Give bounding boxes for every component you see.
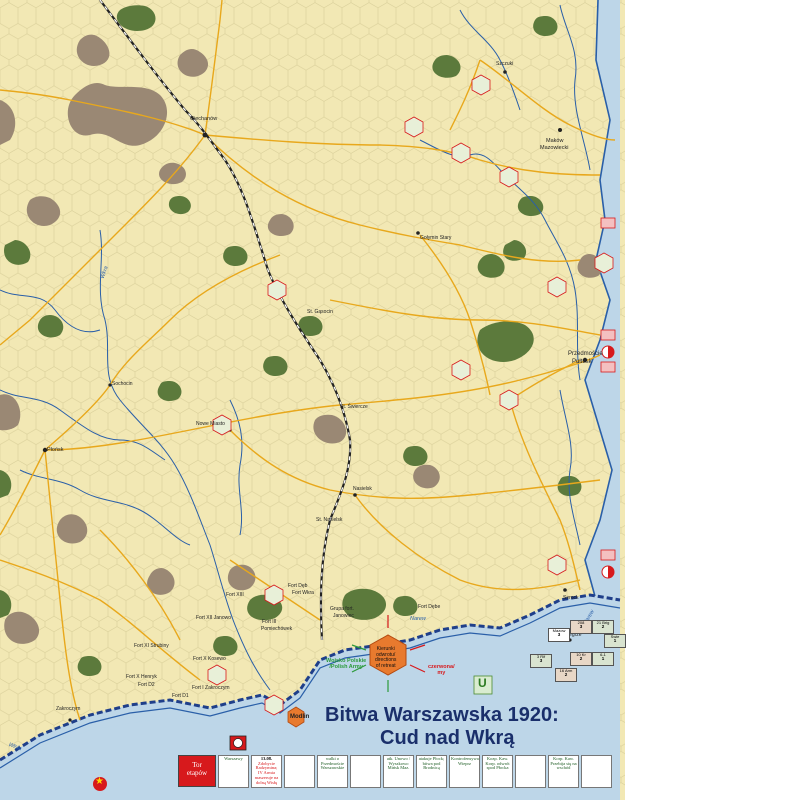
game-title-line-1: Bitwa Warszawska 1920: — [325, 704, 559, 726]
unit-counter-value: 2 — [564, 672, 568, 677]
unit-counter[interactable]: Swie 1 — [604, 634, 626, 648]
label-nasielsk: Nasielsk — [353, 486, 372, 492]
label-fort-d1: Fort D1 — [172, 693, 189, 699]
label-fort-d2: Fort D2 — [138, 682, 155, 688]
turn-track-header-line-1: Tor — [192, 761, 202, 769]
label-pultusk: Pułtusk — [572, 359, 592, 365]
red-army-r2: my — [437, 670, 446, 677]
unit-counter-value: 3 — [557, 632, 561, 637]
u-marker-label: U — [478, 676, 487, 690]
unit-counter-value: 1 — [613, 638, 617, 643]
turn-track-box-text: Zdobycie Radzymina; IV Armia maszeruje n… — [254, 760, 279, 785]
label-sochocin: Sochocin — [112, 381, 133, 387]
label-river-narew: Narew — [410, 616, 426, 622]
turn-track-box[interactable] — [350, 755, 381, 788]
map-margin — [625, 0, 811, 800]
polish-army-label: Wojsko Polskie /Polish Army — [326, 658, 366, 670]
turn-track-header-line-2: etapów — [186, 769, 208, 778]
label-plonsk: Płońsk — [47, 447, 64, 453]
turn-track-box-text: atk. Unowo / Wyszkowo Mińsk Maz. — [386, 756, 411, 771]
unit-counter[interactable]: 16 Arm 2 — [555, 668, 577, 682]
label-serock: Serock — [563, 595, 579, 601]
label-zakroczym: Zakroczym — [56, 706, 81, 712]
turn-track-box[interactable]: Warszawy — [218, 755, 249, 788]
turn-track-header: Tor etapów — [178, 755, 216, 787]
unit-counter[interactable]: 21 Brig 2 — [592, 620, 614, 634]
label-przedmoscie: Przedmoście — [568, 351, 603, 357]
unit-counter-value: 2 — [579, 656, 583, 661]
label-fort-xi: Fort XI Strubiny — [134, 643, 169, 649]
turn-track-box[interactable]: Kontrofensywa Wieprz — [449, 755, 480, 788]
label-fort-x: Fort X Henryk — [126, 674, 157, 680]
turn-track-box-text: atakuje Płock; bitwa pod Brodnicą — [418, 756, 445, 771]
label-fort-dab: Fort Dęb — [288, 583, 308, 589]
compass-label: Kierunki odwrotu/ directions of retreat — [375, 646, 396, 669]
unit-counter-value: 1 — [601, 656, 605, 661]
turn-track-box-text: Warszawy — [224, 756, 243, 761]
label-fort-xii: Fort XII Janowo — [196, 615, 232, 621]
label-gasocin: St. Gąsocin — [307, 309, 333, 315]
unit-counter[interactable]: 10 Kr 2 — [570, 652, 592, 666]
turn-track-box[interactable]: Korp. Kaw. Przebija się na wschód — [548, 755, 579, 788]
unit-counter[interactable]: Mazow 3 — [548, 628, 570, 642]
game-title-line-2: Cud nad Wkrą — [380, 727, 515, 749]
turn-track-box-text: Kozp. Kaw. Korp. odwrót spod Płocka — [485, 756, 510, 771]
label-golymin: Gołymin Stary — [420, 235, 452, 241]
label-makow: Maków — [546, 138, 564, 144]
unit-counter[interactable]: 3 Rif 3 — [530, 654, 552, 668]
turn-track-box-text: Kontrofensywa Wieprz — [451, 756, 479, 766]
label-grupa-fort: Grupa fort. — [330, 606, 354, 612]
label-ciechanow: Ciechanów — [190, 116, 218, 122]
polish-army-en: /Polish Army — [329, 664, 363, 671]
label-grupa-fort-2: Janowiec — [333, 613, 354, 619]
unit-counter-value: 3 — [579, 624, 583, 629]
turn-track-box[interactable] — [284, 755, 315, 788]
clock-icon — [233, 738, 243, 748]
game-board: Ciechanów Maków Mazowiecki Szczuki Gołym… — [0, 0, 811, 800]
turn-track-box-text: walki o Przedmoście Warszawskie — [320, 756, 345, 771]
label-fort-i: Fort I Zakroczym — [192, 685, 230, 691]
label-modlin: Modlin — [290, 714, 310, 720]
label-fort-wkra: Fort Wkra — [292, 590, 314, 596]
unit-counter[interactable]: 208 3 — [570, 620, 592, 634]
label-fort-x-kosewo: Fort X Kosewo — [193, 656, 226, 662]
map — [0, 0, 811, 800]
turn-track-box[interactable]: atakuje Płock; bitwa pod Brodnicą — [416, 755, 447, 788]
turn-track-box[interactable] — [515, 755, 546, 788]
label-swiercze: St. Świercze — [340, 404, 368, 410]
label-nasielsk-st: St. Nasielsk — [316, 517, 343, 523]
red-star-icon: ★ — [95, 776, 104, 787]
turn-track-box[interactable]: Kozp. Kaw. Korp. odwrót spod Płocka — [482, 755, 513, 788]
turn-track-box[interactable]: walki o Przedmoście Warszawskie — [317, 755, 348, 788]
label-pomiechowek: Pomiechówek — [261, 626, 293, 632]
turn-track-box-text: Korp. Kaw. Przebija się na wschód — [550, 756, 577, 771]
turn-track-box[interactable] — [581, 755, 612, 788]
label-fort-xiii: Fort XIII — [226, 592, 244, 598]
label-szczuki: Szczuki — [496, 61, 514, 67]
turn-track-box[interactable]: 13.08. Zdobycie Radzymina; IV Armia masze… — [251, 755, 282, 788]
label-fort-iii: Fort III — [262, 619, 277, 625]
label-nowe-miasto: Nowe Miasto — [196, 421, 225, 427]
label-makow-2: Mazowiecki — [540, 145, 569, 151]
turn-track-box[interactable]: atk. Unowo / Wyszkowo Mińsk Maz. — [383, 755, 414, 788]
compass-line-4: of retreat — [375, 662, 396, 669]
unit-counter[interactable]: 6-1 1 — [592, 652, 614, 666]
red-army-label: czerwona/ my — [428, 664, 455, 676]
label-fort-debe: Fort Dębe — [418, 604, 441, 610]
unit-counter-value: 3 — [539, 658, 543, 663]
unit-counter-value: 2 — [601, 624, 605, 629]
